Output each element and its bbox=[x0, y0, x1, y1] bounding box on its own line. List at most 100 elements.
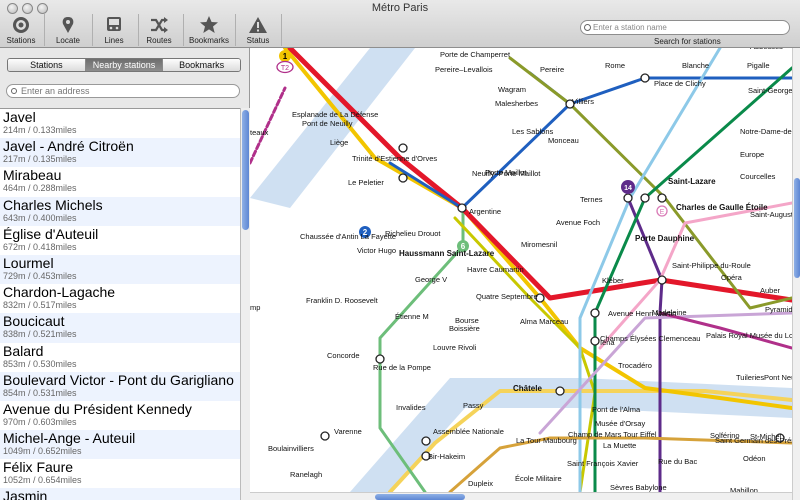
station-label[interactable]: Abbesses bbox=[750, 48, 783, 51]
station-marker[interactable] bbox=[640, 193, 650, 203]
station-label[interactable]: St-Michel bbox=[750, 432, 782, 441]
station-marker[interactable] bbox=[590, 308, 600, 318]
station-label[interactable]: teaux bbox=[250, 128, 269, 137]
station-label[interactable]: Palais Royal Musée du Louvre bbox=[706, 331, 792, 340]
list-item[interactable]: Javel - André Citroën 217m / 0.135miles bbox=[0, 138, 240, 168]
station-label[interactable]: Boissière bbox=[449, 324, 480, 333]
list-item[interactable]: Lourmel 729m / 0.453miles bbox=[0, 254, 240, 285]
station-marker[interactable] bbox=[398, 143, 408, 153]
map-horizontal-scrollbar[interactable] bbox=[250, 492, 792, 500]
station-search-input[interactable]: Enter a station name bbox=[580, 20, 790, 35]
station-label[interactable]: Concorde bbox=[327, 351, 360, 360]
station-marker[interactable] bbox=[375, 354, 385, 364]
station-label[interactable]: Assemblée Nationale bbox=[433, 427, 504, 436]
station-label[interactable]: Neuilly–Porte Maillot bbox=[472, 169, 541, 178]
station-label[interactable]: Saint-Georges bbox=[748, 86, 792, 95]
list-item[interactable]: Chardon-Lagache 832m / 0.517miles bbox=[0, 284, 240, 313]
station-label[interactable]: Louvre Rivoli bbox=[433, 343, 477, 352]
station-label[interactable]: Sèvres Babylone bbox=[610, 483, 667, 492]
station-label[interactable]: Chaussée d'Antin La Fayette bbox=[300, 232, 396, 241]
station-marker[interactable] bbox=[623, 193, 633, 203]
station-marker[interactable] bbox=[590, 336, 600, 346]
station-label[interactable]: Pont de Neuilly bbox=[302, 119, 353, 128]
station-label[interactable]: Opéra bbox=[721, 273, 743, 282]
station-label[interactable]: mp bbox=[250, 303, 260, 312]
station-label[interactable]: Monceau bbox=[548, 136, 579, 145]
station-label[interactable]: La Muette bbox=[603, 441, 636, 450]
address-input[interactable]: Enter an address bbox=[6, 84, 240, 98]
station-label[interactable]: La Tour Maubourg bbox=[516, 436, 577, 445]
station-label[interactable]: Varenne bbox=[334, 427, 362, 436]
station-label[interactable]: Madeleine bbox=[652, 308, 687, 317]
station-label[interactable]: Victor Hugo bbox=[357, 246, 396, 255]
station-label[interactable]: Ternes bbox=[580, 195, 603, 204]
station-label[interactable]: Passy bbox=[463, 401, 484, 410]
toolbar-lines-button[interactable]: Lines bbox=[89, 16, 139, 48]
station-label[interactable]: Les Sablons bbox=[512, 127, 554, 136]
station-label[interactable]: Malesherbes bbox=[495, 99, 538, 108]
list-item[interactable]: Javel 214m / 0.133miles bbox=[0, 109, 240, 138]
station-label[interactable]: Pereire–Levallois bbox=[435, 65, 493, 74]
toolbar-status-button[interactable]: Status bbox=[233, 16, 283, 48]
list-scrollbar[interactable] bbox=[240, 108, 250, 500]
station-label[interactable]: Champs Élysées Clemenceau bbox=[600, 334, 700, 343]
station-label[interactable]: Place de Clichy bbox=[654, 79, 706, 88]
station-marker[interactable] bbox=[657, 275, 667, 285]
station-label[interactable]: Châtele bbox=[513, 384, 542, 393]
map-horizontal-scroll-thumb[interactable] bbox=[375, 494, 465, 500]
station-label[interactable]: Porte Dauphine bbox=[635, 234, 695, 243]
tab-stations[interactable]: Stations bbox=[8, 59, 86, 71]
station-label[interactable]: Invalides bbox=[396, 403, 426, 412]
station-marker[interactable] bbox=[657, 193, 667, 203]
station-label[interactable]: Saint François Xavier bbox=[567, 459, 639, 468]
metro-map-canvas[interactable]: 1 T2 2 6 14 E AbbessesPorte de Champerre… bbox=[250, 48, 792, 492]
station-label[interactable]: Alma Marceau bbox=[520, 317, 568, 326]
station-label[interactable]: Champ de Mars Tour Eiffel bbox=[568, 430, 657, 439]
station-label[interactable]: Wagram bbox=[498, 85, 526, 94]
station-label[interactable]: Courcelles bbox=[740, 172, 776, 181]
list-item[interactable]: Boulevard Victor - Pont du Garigliano 854… bbox=[0, 371, 240, 401]
station-label[interactable]: Étienne M bbox=[395, 312, 429, 321]
station-label[interactable]: Musée d'Orsay bbox=[595, 419, 645, 428]
tab-nearby-stations[interactable]: Nearby stations bbox=[85, 59, 164, 71]
station-marker[interactable] bbox=[320, 431, 330, 441]
station-marker[interactable] bbox=[398, 173, 408, 183]
tab-bookmarks[interactable]: Bookmarks bbox=[163, 59, 240, 71]
station-label[interactable]: Auber bbox=[760, 286, 781, 295]
station-label[interactable]: Argentine bbox=[469, 207, 501, 216]
station-label[interactable]: Porte de Champerret bbox=[440, 50, 511, 59]
station-marker[interactable] bbox=[457, 203, 467, 213]
station-label[interactable]: Quatre Septembre bbox=[476, 292, 538, 301]
station-label[interactable]: Esplanade de La Défense bbox=[292, 110, 378, 119]
station-label[interactable]: Miromesnil bbox=[521, 240, 558, 249]
list-item[interactable]: Jasmin bbox=[0, 488, 240, 500]
station-label[interactable]: Dupleix bbox=[468, 479, 493, 488]
station-label[interactable]: Rue du Bac bbox=[658, 457, 697, 466]
station-label[interactable]: George V bbox=[415, 275, 447, 284]
list-item[interactable]: Michel-Ange - Auteuil 1049m / 0.652miles bbox=[0, 430, 240, 460]
station-label[interactable]: Pereire bbox=[540, 65, 564, 74]
toolbar-stations-button[interactable]: Stations bbox=[0, 16, 46, 48]
list-item[interactable]: Charles Michels 643m / 0.400miles bbox=[0, 196, 240, 226]
station-label[interactable]: Villiers bbox=[572, 97, 594, 106]
metro-map[interactable]: 1 T2 2 6 14 E AbbessesPorte de Champerre… bbox=[250, 48, 800, 500]
toolbar-locate-button[interactable]: Locate bbox=[43, 16, 93, 48]
station-label[interactable]: Boulainvilliers bbox=[268, 444, 314, 453]
station-label[interactable]: Trinité d'Estienne d'Orves bbox=[352, 154, 437, 163]
station-label[interactable]: Pont de l'Alma bbox=[592, 405, 641, 414]
station-label[interactable]: Liège bbox=[330, 138, 348, 147]
station-label[interactable]: Saint-Lazare bbox=[668, 177, 716, 186]
station-label[interactable]: Iéna bbox=[600, 338, 615, 347]
station-label[interactable]: Havre Caumartin bbox=[467, 265, 524, 274]
station-label[interactable]: Tuileries bbox=[736, 373, 764, 382]
station-marker[interactable] bbox=[555, 386, 565, 396]
map-vertical-scroll-thumb[interactable] bbox=[794, 178, 800, 278]
toolbar-routes-button[interactable]: Routes bbox=[134, 16, 184, 48]
station-label[interactable]: Bir-Hakeim bbox=[428, 452, 465, 461]
list-item[interactable]: Église d'Auteuil 672m / 0.418miles bbox=[0, 226, 240, 255]
station-marker[interactable] bbox=[640, 73, 650, 83]
station-label[interactable]: École Militaire bbox=[515, 474, 562, 483]
station-label[interactable]: Pont Neuf bbox=[764, 373, 792, 382]
toolbar-bookmarks-button[interactable]: Bookmarks bbox=[184, 16, 234, 48]
station-label[interactable]: Rue de la Pompe bbox=[373, 363, 431, 372]
